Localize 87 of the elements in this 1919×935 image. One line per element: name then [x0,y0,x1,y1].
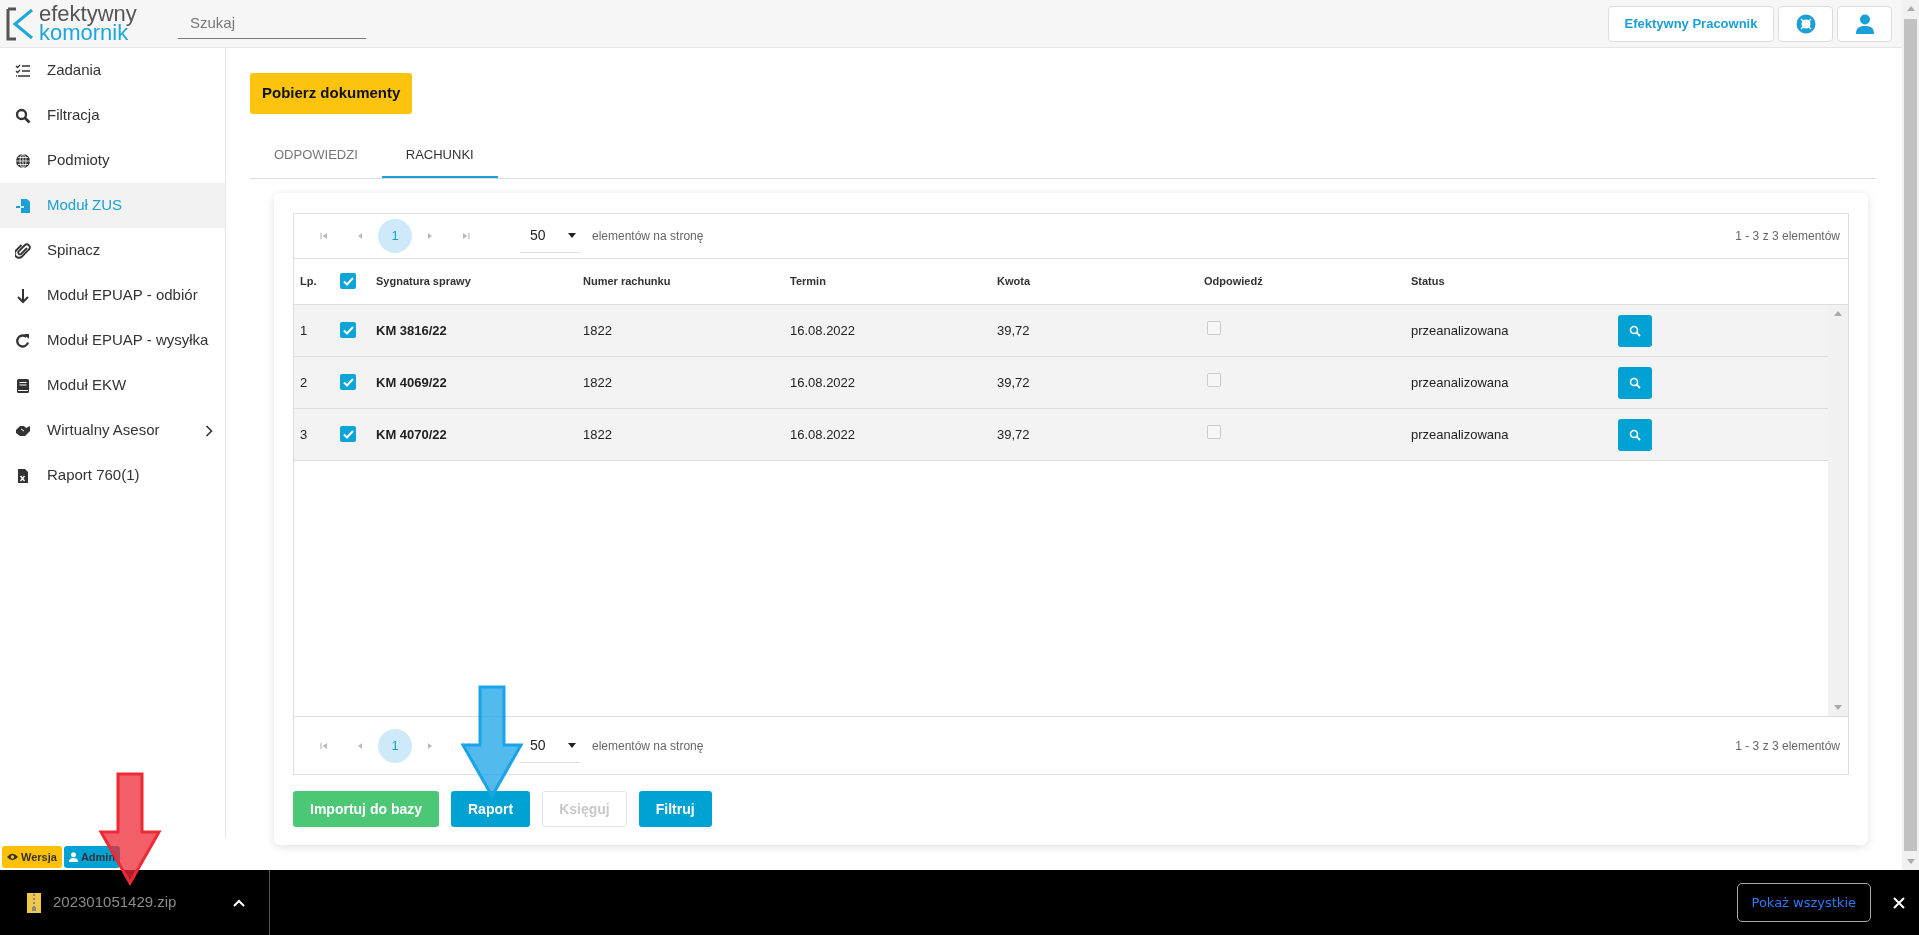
table-cell-text: 3 [299,425,309,444]
sidebar-item[interactable]: Spinacz [0,228,225,273]
tab[interactable]: ODPOWIEDZI [250,133,382,178]
user-icon [68,851,78,862]
search-icon [1629,324,1641,337]
last-page-icon[interactable] [462,232,470,240]
help-button[interactable] [1778,5,1833,42]
lifebuoy-icon [1795,13,1816,34]
sidebar-item[interactable]: Moduł EKW [0,363,225,408]
search-icon [1629,376,1641,389]
paperclip-icon [15,242,31,259]
scrollbar[interactable] [1828,305,1848,716]
search-field[interactable]: Szukaj [178,7,366,40]
logo-icon [6,6,36,41]
table-cell-text: 1822 [582,425,613,444]
chevron-up-icon[interactable] [233,899,246,908]
sidebar-item[interactable]: Moduł EPUAP - odbiór [0,273,225,318]
table-cell-text: KM 3816/22 [375,321,448,340]
sidebar-item[interactable]: Podmioty [0,138,225,183]
range-label: 1 - 3 z 3 elementów [1735,737,1840,755]
table-cell-text: 1 [299,321,309,340]
column-header[interactable]: Kwota [991,273,1198,290]
file-import-icon [15,197,31,214]
badge: Wersja [2,845,62,868]
prev-page-icon[interactable] [356,741,364,750]
search-button[interactable] [1618,314,1652,347]
table-cell-text: 16.08.2022 [789,425,857,444]
arrow-down-icon [15,287,31,304]
column-header[interactable]: Numer rachunku [577,273,784,290]
sidebar-item[interactable]: Wirtualny Asesor [0,408,225,453]
checkbox[interactable] [340,374,356,391]
search-icon [1629,428,1641,441]
table-cell-text: przeanalizowana [1410,425,1510,444]
close-icon[interactable] [1893,897,1905,910]
page-size-label: elementów na stronę [592,737,704,755]
prev-page-icon[interactable] [356,232,364,240]
next-page-icon[interactable] [426,232,434,240]
range-label: 1 - 3 z 3 elementów [1735,228,1840,245]
profile-button[interactable] [1837,5,1892,42]
sidebar-item[interactable]: Moduł EPUAP - wysyłka [0,318,225,363]
logo-text: efektywny [39,4,137,24]
table-cell-text: 16.08.2022 [789,373,857,392]
table-cell-text: 1822 [582,373,613,392]
sidebar-item[interactable]: Zadania [0,48,225,93]
table-cell-text: przeanalizowana [1410,321,1510,340]
sidebar-item[interactable]: Filtracja [0,93,225,138]
table-cell-text: KM 4069/22 [375,373,448,392]
table-cell-text: 39,72 [996,321,1031,340]
column-header[interactable]: Sygnatura sprawy [370,273,577,290]
sidebar-item[interactable]: Raport 760(1) [0,453,225,498]
redo-icon [15,332,31,349]
table-cell-text: 39,72 [996,373,1031,392]
show-all-button[interactable]: Pokaż wszystkie [1736,882,1871,923]
caret-down-icon [568,742,576,748]
table-cell-text: KM 4070/22 [375,425,448,444]
checkbox[interactable] [340,273,356,289]
checkbox[interactable] [340,426,356,443]
next-page-icon[interactable] [426,741,434,750]
file-name[interactable]: 202301051429.zip [53,891,177,914]
search-button[interactable] [1618,418,1652,451]
excel-file-icon [15,467,31,484]
globe-icon [15,152,31,169]
column-header[interactable]: Termin [784,273,991,290]
first-page-icon[interactable] [320,741,328,750]
page-size-label: elementów na stronę [592,228,704,245]
user-icon [1855,13,1874,34]
table-cell-text: 1822 [582,321,613,340]
eye-icon [7,852,18,861]
first-page-icon[interactable] [320,232,328,240]
column-header[interactable]: Odpowiedź [1198,273,1405,290]
column-header[interactable]: Status [1405,273,1612,290]
zip-file-icon [27,893,41,914]
list-icon [15,62,31,79]
scrollbar[interactable] [1902,0,1919,870]
search-icon [15,107,31,124]
search-button[interactable] [1618,366,1652,399]
table-cell-text: przeanalizowana [1410,373,1510,392]
table-cell-text: 2 [299,373,309,392]
download-button[interactable]: Pobierz dokumenty [250,73,413,114]
column-header: Lp. [299,274,318,290]
page-size-dropdown[interactable]: 50 [520,219,580,253]
book-icon [15,377,31,394]
table-cell-text: 16.08.2022 [789,321,857,340]
table-cell-text: 39,72 [996,425,1031,444]
caret-down-icon [568,233,576,238]
tab[interactable]: RACHUNKI [381,133,498,178]
checkbox[interactable] [340,322,356,339]
